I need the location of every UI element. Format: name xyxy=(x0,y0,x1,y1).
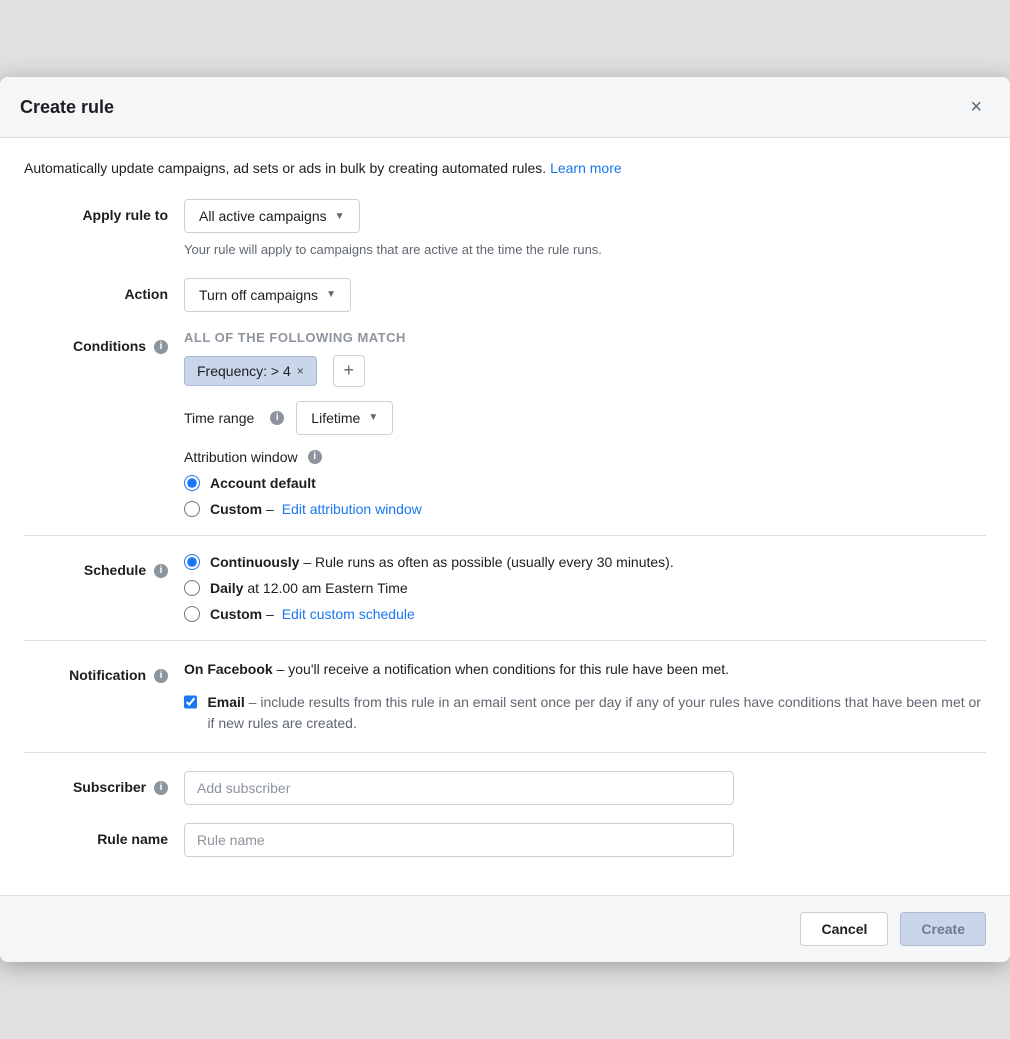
divider-1 xyxy=(24,535,986,536)
intro-text: Automatically update campaigns, ad sets … xyxy=(24,158,986,179)
condition-tag-frequency: Frequency: > 4 × xyxy=(184,356,317,386)
remove-condition-button[interactable]: × xyxy=(297,364,304,378)
divider-2 xyxy=(24,640,986,641)
conditions-tags: Frequency: > 4 × + xyxy=(184,355,986,387)
schedule-continuously-radio[interactable] xyxy=(184,554,200,570)
schedule-daily[interactable]: Daily at 12.00 am Eastern Time xyxy=(184,580,986,596)
schedule-continuously[interactable]: Continuously – Rule runs as often as pos… xyxy=(184,554,986,570)
chevron-down-icon: ▼ xyxy=(335,211,345,222)
attribution-account-default-radio[interactable] xyxy=(184,475,200,491)
notification-label: Notification i xyxy=(24,659,184,683)
apply-rule-dropdown[interactable]: All active campaigns ▼ xyxy=(184,199,360,233)
rule-name-row: Rule name xyxy=(24,823,986,857)
email-label: Email – include results from this rule i… xyxy=(207,692,986,734)
all-match-label: ALL of the following match xyxy=(184,330,986,345)
cancel-button[interactable]: Cancel xyxy=(800,912,888,946)
action-label: Action xyxy=(24,278,184,302)
schedule-options: Continuously – Rule runs as often as pos… xyxy=(184,554,986,622)
attribution-account-default[interactable]: Account default xyxy=(184,475,986,491)
apply-rule-content: All active campaigns ▼ Your rule will ap… xyxy=(184,199,986,259)
apply-rule-description: Your rule will apply to campaigns that a… xyxy=(184,241,986,259)
notification-content: On Facebook – you'll receive a notificat… xyxy=(184,659,986,734)
attribution-label: Attribution window xyxy=(184,449,298,465)
schedule-row: Schedule i Continuously – Rule runs as o… xyxy=(24,554,986,622)
time-range-label: Time range xyxy=(184,410,254,426)
on-facebook-text: On Facebook – you'll receive a notificat… xyxy=(184,659,986,680)
conditions-label: Conditions i xyxy=(24,330,184,354)
schedule-info-icon: i xyxy=(154,564,168,578)
time-range-row: Time range i Lifetime ▼ xyxy=(184,401,986,435)
chevron-down-icon: ▼ xyxy=(368,412,378,423)
rule-name-label: Rule name xyxy=(24,823,184,847)
subscriber-content xyxy=(184,771,986,805)
subscriber-info-icon: i xyxy=(154,781,168,795)
time-range-dropdown[interactable]: Lifetime ▼ xyxy=(296,401,393,435)
schedule-daily-radio[interactable] xyxy=(184,580,200,596)
schedule-custom[interactable]: Custom – Edit custom schedule xyxy=(184,606,986,622)
schedule-label: Schedule i xyxy=(24,554,184,578)
apply-rule-label: Apply rule to xyxy=(24,199,184,223)
conditions-content: ALL of the following match Frequency: > … xyxy=(184,330,986,517)
learn-more-link[interactable]: Learn more xyxy=(550,160,622,176)
action-content: Turn off campaigns ▼ xyxy=(184,278,986,312)
conditions-row: Conditions i ALL of the following match … xyxy=(24,330,986,517)
attribution-custom-radio[interactable] xyxy=(184,501,200,517)
modal-footer: Cancel Create xyxy=(0,895,1010,962)
notification-row: Notification i On Facebook – you'll rece… xyxy=(24,659,986,734)
conditions-info-icon: i xyxy=(154,340,168,354)
create-button[interactable]: Create xyxy=(900,912,986,946)
edit-attribution-link[interactable]: Edit attribution window xyxy=(282,501,422,517)
action-dropdown[interactable]: Turn off campaigns ▼ xyxy=(184,278,351,312)
attribution-custom[interactable]: Custom – Edit attribution window xyxy=(184,501,986,517)
close-button[interactable]: × xyxy=(962,93,990,121)
apply-rule-row: Apply rule to All active campaigns ▼ You… xyxy=(24,199,986,259)
time-range-info-icon: i xyxy=(270,411,284,425)
modal-header: Create rule × xyxy=(0,77,1010,138)
schedule-content: Continuously – Rule runs as often as pos… xyxy=(184,554,986,622)
chevron-down-icon: ▼ xyxy=(326,289,336,300)
attribution-info-icon: i xyxy=(308,450,322,464)
action-row: Action Turn off campaigns ▼ xyxy=(24,278,986,312)
modal-title: Create rule xyxy=(20,97,114,118)
email-checkbox[interactable] xyxy=(184,694,197,710)
add-condition-button[interactable]: + xyxy=(333,355,365,387)
subscriber-row: Subscriber i xyxy=(24,771,986,805)
email-checkbox-row: Email – include results from this rule i… xyxy=(184,692,986,734)
rule-name-content xyxy=(184,823,986,857)
modal-body: Automatically update campaigns, ad sets … xyxy=(0,138,1010,894)
divider-3 xyxy=(24,752,986,753)
notification-info-icon: i xyxy=(154,669,168,683)
create-rule-modal: Create rule × Automatically update campa… xyxy=(0,77,1010,961)
attribution-radio-group: Account default Custom – Edit attributio… xyxy=(184,475,986,517)
subscriber-label: Subscriber i xyxy=(24,771,184,795)
edit-custom-schedule-link[interactable]: Edit custom schedule xyxy=(282,606,415,622)
schedule-custom-radio[interactable] xyxy=(184,606,200,622)
subscriber-input[interactable] xyxy=(184,771,734,805)
rule-name-input[interactable] xyxy=(184,823,734,857)
attribution-section: Attribution window i Account default Cus… xyxy=(184,449,986,517)
